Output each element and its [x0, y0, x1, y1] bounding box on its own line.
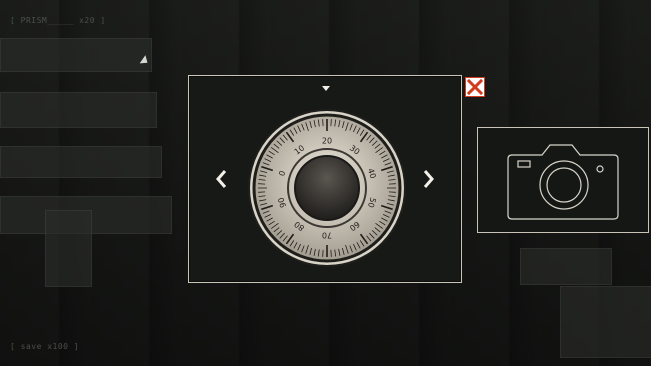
dial-number: 20: [322, 137, 332, 146]
close-icon: [467, 79, 483, 95]
background-cabinet: [0, 38, 152, 72]
background-cabinet: [45, 210, 92, 287]
background-cabinet: [520, 248, 612, 285]
background-cabinet: [0, 92, 157, 128]
chevron-right-icon: [423, 170, 434, 188]
dial-number: 70: [322, 231, 332, 240]
hud-bottom-label: [ save x100 ]: [10, 342, 80, 351]
background-cabinet: [0, 146, 162, 178]
hud-top-label: [ PRISM_____ x20 ]: [10, 16, 106, 25]
next-button[interactable]: [419, 167, 437, 191]
camera-icon: [507, 144, 619, 220]
close-button[interactable]: [465, 77, 485, 97]
background-cabinet: [560, 286, 651, 358]
safe-dial-dialog: 0 10 20 30 40 50 60 70 80 90: [188, 75, 462, 283]
photo-mode-panel[interactable]: [477, 127, 649, 233]
